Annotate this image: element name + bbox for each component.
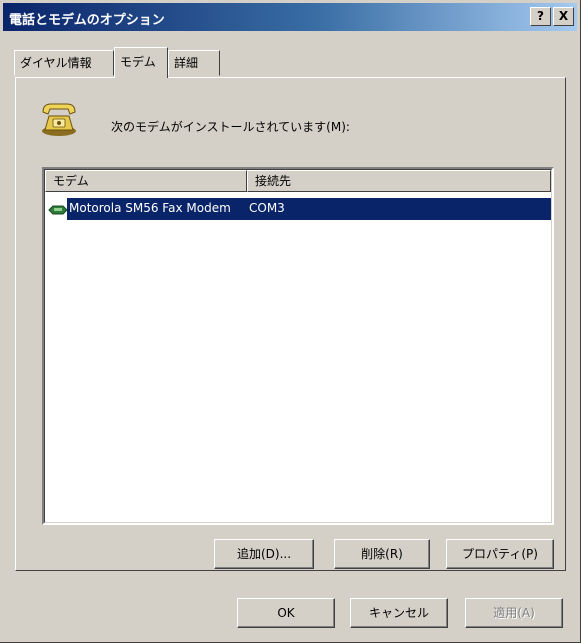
remove-modem-button[interactable]: 削除(R) — [334, 539, 430, 569]
telephone-icon — [42, 103, 76, 136]
cancel-button[interactable]: キャンセル — [350, 598, 448, 628]
modems-tab-panel: 次のモデムがインストールされています(M): モデム 接続先 Motorola … — [15, 77, 566, 571]
modem-row[interactable]: Motorola SM56 Fax Modem COM3 — [67, 198, 551, 220]
modem-list[interactable]: モデム 接続先 Motorola SM56 Fax Modem COM3 — [42, 167, 554, 525]
modem-port-cell: COM3 — [249, 201, 285, 215]
ok-button[interactable]: OK — [237, 598, 335, 628]
tab-modems[interactable]: モデム — [114, 47, 168, 78]
close-button[interactable]: X — [553, 7, 574, 26]
modem-properties-button[interactable]: プロパティ(P) — [446, 539, 554, 569]
installed-modems-label: 次のモデムがインストールされています(M): — [111, 120, 350, 134]
apply-button[interactable]: 適用(A) — [465, 598, 563, 628]
phone-modem-options-dialog: 電話とモデムのオプション ? X ダイヤル情報 モデム 詳細 次のモデムがインス… — [0, 0, 581, 643]
tab-advanced[interactable]: 詳細 — [168, 50, 220, 76]
modem-icon — [48, 205, 68, 215]
modem-name-cell: Motorola SM56 Fax Modem — [69, 201, 231, 215]
tab-dialing-rules[interactable]: ダイヤル情報 — [14, 50, 114, 76]
title-bar[interactable]: 電話とモデムのオプション ? X — [3, 3, 577, 31]
window-title: 電話とモデムのオプション — [9, 13, 165, 28]
column-header-modem[interactable]: モデム — [45, 170, 247, 192]
add-modem-button[interactable]: 追加(D)... — [214, 539, 314, 569]
modem-list-body: モデム 接続先 Motorola SM56 Fax Modem COM3 — [44, 169, 552, 523]
help-button[interactable]: ? — [530, 7, 551, 26]
column-header-attached-to[interactable]: 接続先 — [247, 170, 551, 192]
